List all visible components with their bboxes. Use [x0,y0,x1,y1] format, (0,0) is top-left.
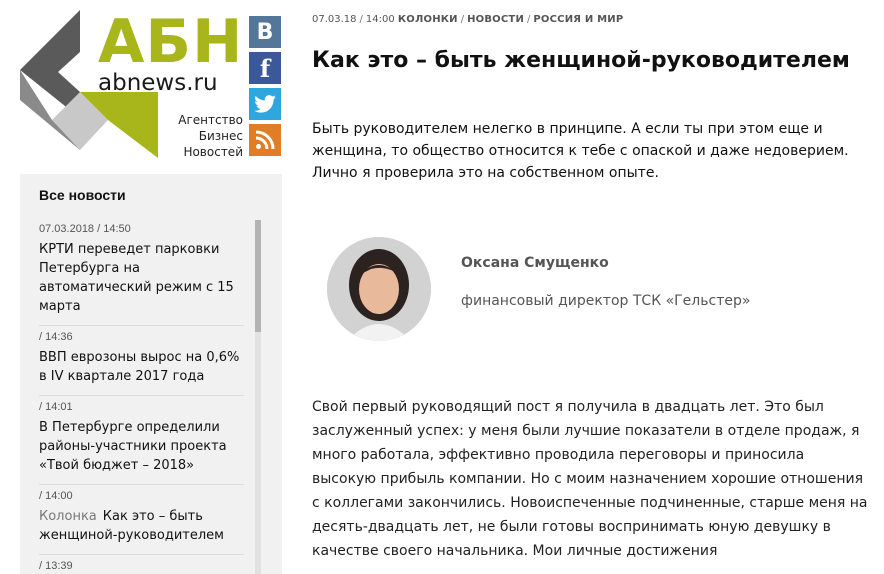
category-link-news[interactable]: НОВОСТИ [467,14,524,25]
vk-icon: В [256,19,274,45]
author-portrait [327,237,431,341]
news-item-time: 07.03.2018 / 14:50 [39,223,131,235]
vk-share-button[interactable]: В [249,16,281,48]
author-role: финансовый директор ТСК «Гельстер» [461,293,751,309]
news-item[interactable]: / 14:00 Колонка Как это – быть женщиной-р… [39,485,244,555]
logo-abbr: АБН [98,7,244,77]
facebook-share-button[interactable]: f [249,52,281,84]
article-title: Как это – быть женщиной-руководителем [312,48,850,73]
twitter-share-button[interactable] [249,88,281,120]
category-link-russia-world[interactable]: РОССИЯ И МИР [533,14,623,25]
category-link-columns[interactable]: КОЛОНКИ [398,14,458,25]
news-list: 07.03.2018 / 14:50 КРТИ переведет парков… [39,218,244,574]
logo-tagline-2: Бизнес [198,129,243,143]
news-item-link[interactable]: Колонка Как это – быть женщиной-руководит… [39,507,244,545]
logo-tagline-3: Новостей [183,145,243,159]
rss-icon [255,130,275,150]
article-date: 07.03.18 [312,14,357,25]
twitter-bird-icon [254,95,276,113]
sidebar-title: Все новости [39,187,126,203]
article-meta: 07.03.18/14:00 КОЛОНКИ / НОВОСТИ / РОССИЯ И … [312,14,624,25]
news-item-link[interactable]: КРТИ переведет парковки Петербурга на ав… [39,240,244,316]
news-item-time: / 14:00 [39,490,73,502]
site-logo[interactable]: АБН abnews.ru Агентство Бизнес Новостей [18,10,243,160]
sidebar-scrollbar-thumb[interactable] [255,220,261,332]
news-item[interactable]: / 14:36 ВВП еврозоны вырос на 0,6% в IV … [39,326,244,396]
rss-button[interactable] [249,124,281,156]
logo-tagline-1: Агентство [178,113,243,127]
article-body: Свой первый руководящий пост я получила … [312,399,868,559]
article-time: 14:00 [365,14,395,25]
author-avatar [327,237,431,341]
news-sidebar: Все новости 07.03.2018 / 14:50 КРТИ пере… [20,174,282,574]
logo-domain: abnews.ru [98,70,218,96]
news-item[interactable]: 07.03.2018 / 14:50 КРТИ переведет парков… [39,218,244,326]
news-item-tag: Колонка [39,509,97,524]
news-item-time: / 14:01 [39,401,73,413]
article-lead: Быть руководителем нелегко в принципе. А… [312,121,849,181]
news-item-time: / 13:39 [39,560,73,572]
news-item-link[interactable]: В Петербурге определили районы-участники… [39,418,244,475]
author-name: Оксана Смущенко [461,255,609,271]
news-item[interactable]: / 14:01 В Петербурге определили районы-у… [39,396,244,485]
news-item-link[interactable]: ВВП еврозоны вырос на 0,6% в IV квартале… [39,348,244,386]
facebook-icon: f [259,53,271,83]
news-item-time: / 14:36 [39,331,73,343]
